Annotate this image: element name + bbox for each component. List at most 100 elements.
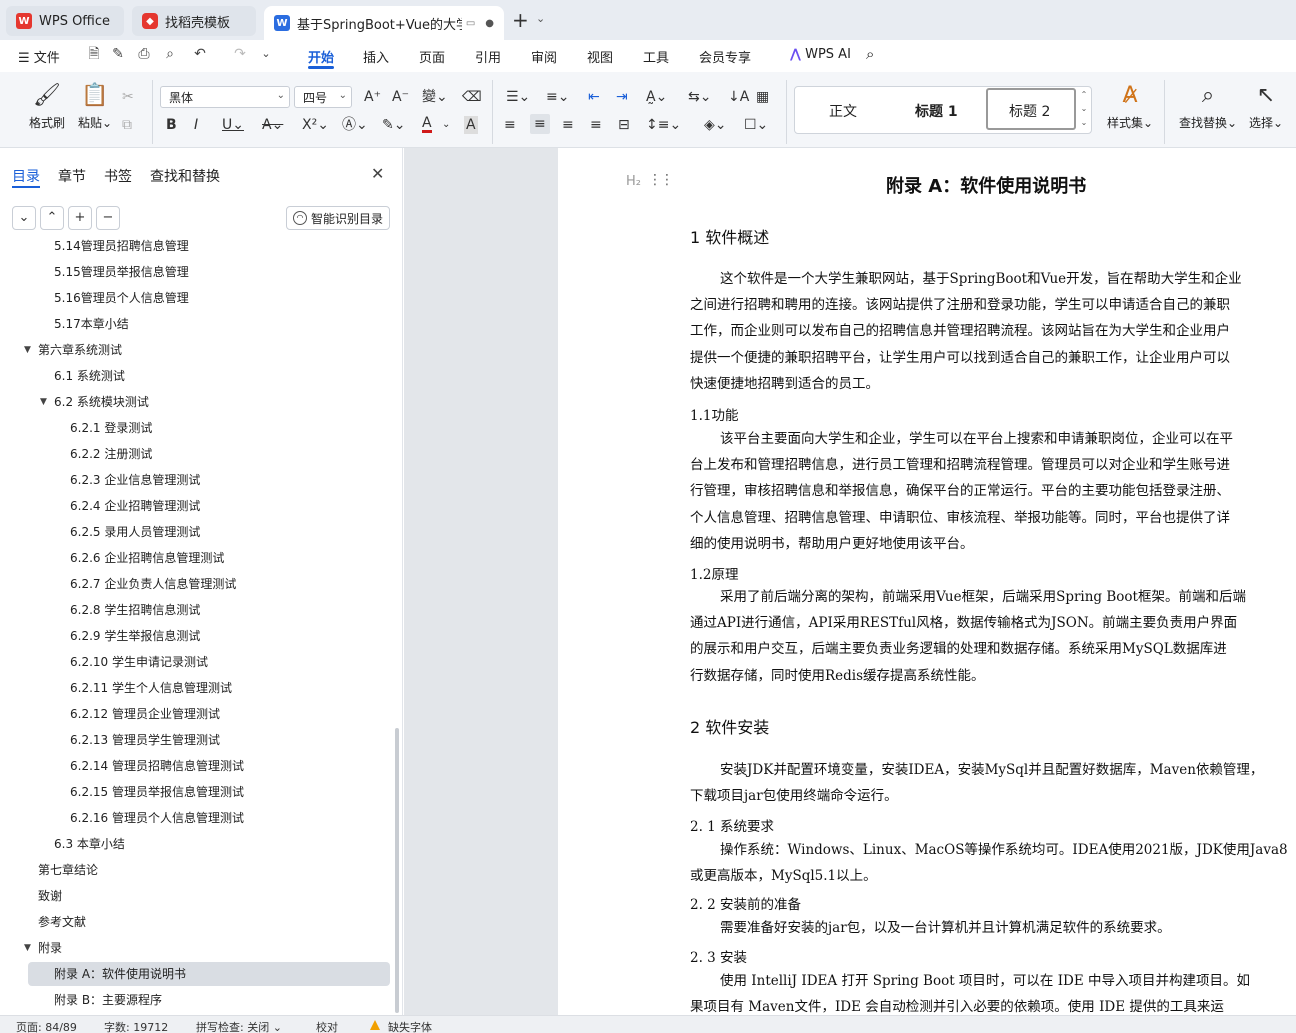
toc-item[interactable]: 附录 B：主要源程序: [54, 988, 162, 1012]
toc-scrollbar[interactable]: [395, 728, 399, 1013]
document-page[interactable]: H₂ ⋮⋮ 附录 A：软件使用说明书 1 软件概述 这个软件是一个大学生兼职网站…: [558, 148, 1296, 1015]
shading-icon[interactable]: ◈⌄: [704, 116, 727, 134]
align-right-icon[interactable]: ≡: [562, 116, 574, 134]
toc-item[interactable]: 6.2.12 管理员企业管理测试: [70, 702, 220, 726]
menu-insert[interactable]: 插入: [363, 47, 389, 66]
line-spacing-icon[interactable]: ↕≡⌄: [646, 116, 681, 134]
paste-button[interactable]: 📋 粘贴⌄: [74, 82, 116, 131]
smart-toc-button[interactable]: ◠ 智能识别目录: [286, 206, 390, 230]
tab-wps-office[interactable]: W WPS Office: [6, 6, 124, 36]
font-color-icon[interactable]: A: [422, 116, 432, 133]
toc-item[interactable]: 6.2.15 管理员举报信息管理测试: [70, 780, 244, 804]
search-icon[interactable]: ⌕: [866, 45, 874, 63]
phonetic-guide-icon[interactable]: 變⌄: [422, 88, 448, 106]
underline-icon[interactable]: U⌄: [222, 116, 244, 134]
format-painter-button[interactable]: 🖌 格式刷: [26, 82, 68, 131]
toc-item[interactable]: 参考文献: [38, 910, 86, 934]
toc-item[interactable]: 6.2.3 企业信息管理测试: [70, 468, 200, 492]
styles-scroll[interactable]: ⌃ ⌄ ⌄: [1078, 88, 1090, 132]
menu-review[interactable]: 审阅: [531, 47, 557, 66]
sort-icon[interactable]: ↓A: [728, 88, 749, 106]
toc-item[interactable]: 附录 A：软件使用说明书: [28, 962, 390, 986]
decrease-indent-icon[interactable]: ⇤: [588, 88, 600, 106]
menu-references[interactable]: 引用: [475, 47, 501, 66]
add-heading-button[interactable]: +: [68, 206, 92, 230]
toc-item[interactable]: 6.2.13 管理员学生管理测试: [70, 728, 220, 752]
toc-item[interactable]: 6.2.10 学生申请记录测试: [70, 650, 208, 674]
text-effect-icon[interactable]: Ⓐ⌄: [342, 116, 368, 134]
text-direction-icon[interactable]: ⇆⌄: [688, 88, 711, 106]
expand-arrow-icon[interactable]: ▼: [40, 390, 47, 414]
heading-level-icon[interactable]: H₂: [626, 174, 641, 189]
toc-item[interactable]: 6.2.7 企业负责人信息管理测试: [70, 572, 236, 596]
chevron-down-icon[interactable]: ⌄: [536, 12, 545, 25]
window-icon[interactable]: ▭: [466, 18, 475, 29]
undo-icon[interactable]: ↶: [192, 46, 208, 62]
toc-item[interactable]: 6.2.1 登录测试: [70, 416, 152, 440]
toc-item[interactable]: 6.2.6 企业招聘信息管理测试: [70, 546, 224, 570]
more-chevron-icon[interactable]: ⌄: [258, 46, 274, 62]
superscript-icon[interactable]: X²⌄: [302, 116, 329, 134]
toc-item[interactable]: 6.2.11 学生个人信息管理测试: [70, 676, 232, 700]
tab-find-replace[interactable]: 查找和替换: [150, 166, 220, 186]
style-set-button[interactable]: A̷ 样式集⌄: [1104, 82, 1156, 131]
toc-item[interactable]: 第六章系统测试: [38, 338, 122, 362]
toc-item[interactable]: 6.2.14 管理员招聘信息管理测试: [70, 754, 244, 778]
style-normal[interactable]: 正文: [829, 101, 857, 121]
redo-icon[interactable]: ↷: [232, 46, 248, 62]
toc-item[interactable]: 6.2.9 学生举报信息测试: [70, 624, 200, 648]
toc-item[interactable]: 6.2.5 录用人员管理测试: [70, 520, 200, 544]
expand-arrow-icon[interactable]: ▼: [24, 936, 31, 960]
align-center-icon[interactable]: ≡: [530, 114, 550, 134]
toc-item[interactable]: 6.2.2 注册测试: [70, 442, 152, 466]
toc-item[interactable]: 6.2.16 管理员个人信息管理测试: [70, 806, 244, 830]
increase-indent-icon[interactable]: ⇥: [616, 88, 628, 106]
tab-bookmarks[interactable]: 书签: [104, 166, 132, 186]
spell-check-toggle[interactable]: 拼写检查: 关闭 ⌄: [196, 1019, 282, 1033]
italic-icon[interactable]: I: [194, 116, 198, 134]
tab-docer-templates[interactable]: ◆ 找稻壳模板: [132, 6, 256, 36]
tab-toc[interactable]: 目录: [12, 166, 40, 186]
expand-up-button[interactable]: ⌃: [40, 206, 64, 230]
select-button[interactable]: ↖ 选择⌄: [1246, 82, 1286, 131]
word-count[interactable]: 字数: 19712: [104, 1019, 168, 1033]
print-preview-icon[interactable]: ⌕: [162, 46, 178, 62]
toc-item[interactable]: 6.3 本章小结: [54, 832, 125, 856]
collapse-all-button[interactable]: ⌄: [12, 206, 36, 230]
unsaved-dot-icon[interactable]: ●: [485, 18, 494, 29]
show-marks-icon[interactable]: ▦: [756, 88, 769, 106]
close-icon[interactable]: ✕: [371, 164, 384, 183]
increase-font-icon[interactable]: A⁺: [364, 88, 381, 106]
copy-icon[interactable]: ⧉: [122, 116, 132, 134]
toc-item[interactable]: 6.1 系统测试: [54, 364, 125, 388]
toc-item[interactable]: 第七章结论: [38, 858, 98, 882]
border-icon[interactable]: ☐⌄: [744, 116, 768, 134]
save-icon[interactable]: 🗎: [86, 46, 102, 62]
chinese-layout-icon[interactable]: A̰⌄: [646, 88, 667, 106]
menu-wps-ai[interactable]: ⋀ WPS AI: [790, 47, 851, 62]
tab-sections[interactable]: 章节: [58, 166, 86, 186]
justify-icon[interactable]: ≡: [590, 116, 602, 134]
highlight-icon[interactable]: ✎⌄: [382, 116, 405, 134]
missing-font-button[interactable]: 缺失字体: [388, 1019, 432, 1033]
toc-item[interactable]: 6.2.8 学生招聘信息测试: [70, 598, 200, 622]
char-shading-icon[interactable]: A: [464, 116, 478, 134]
bullet-list-icon[interactable]: ☰⌄: [506, 88, 530, 106]
toc-item[interactable]: 5.17本章小结: [54, 312, 129, 336]
menu-tools[interactable]: 工具: [643, 47, 669, 66]
menu-page[interactable]: 页面: [419, 47, 445, 66]
menu-membership[interactable]: 会员专享: [699, 47, 751, 66]
new-tab-icon[interactable]: +: [512, 10, 529, 30]
find-replace-button[interactable]: ⌕ 查找替换⌄: [1178, 82, 1238, 131]
cut-icon[interactable]: ✂: [122, 88, 134, 106]
tab-current-document[interactable]: W 基于SpringBoot+Vue的大学生 ▭ ●: [264, 6, 504, 40]
menu-home[interactable]: 开始: [308, 47, 334, 66]
menu-file[interactable]: ☰ 文件: [18, 47, 60, 66]
toc-item[interactable]: 5.16管理员个人信息管理: [54, 286, 189, 310]
drag-handle-icon[interactable]: ⋮⋮: [648, 172, 674, 188]
chevron-down-icon[interactable]: ⌄: [442, 116, 450, 134]
distributed-icon[interactable]: ⊟: [618, 116, 630, 134]
align-left-icon[interactable]: ≡: [504, 116, 516, 134]
page-count[interactable]: 页面: 84/89: [16, 1019, 77, 1033]
font-size-select[interactable]: 四号 ⌄: [294, 86, 352, 108]
